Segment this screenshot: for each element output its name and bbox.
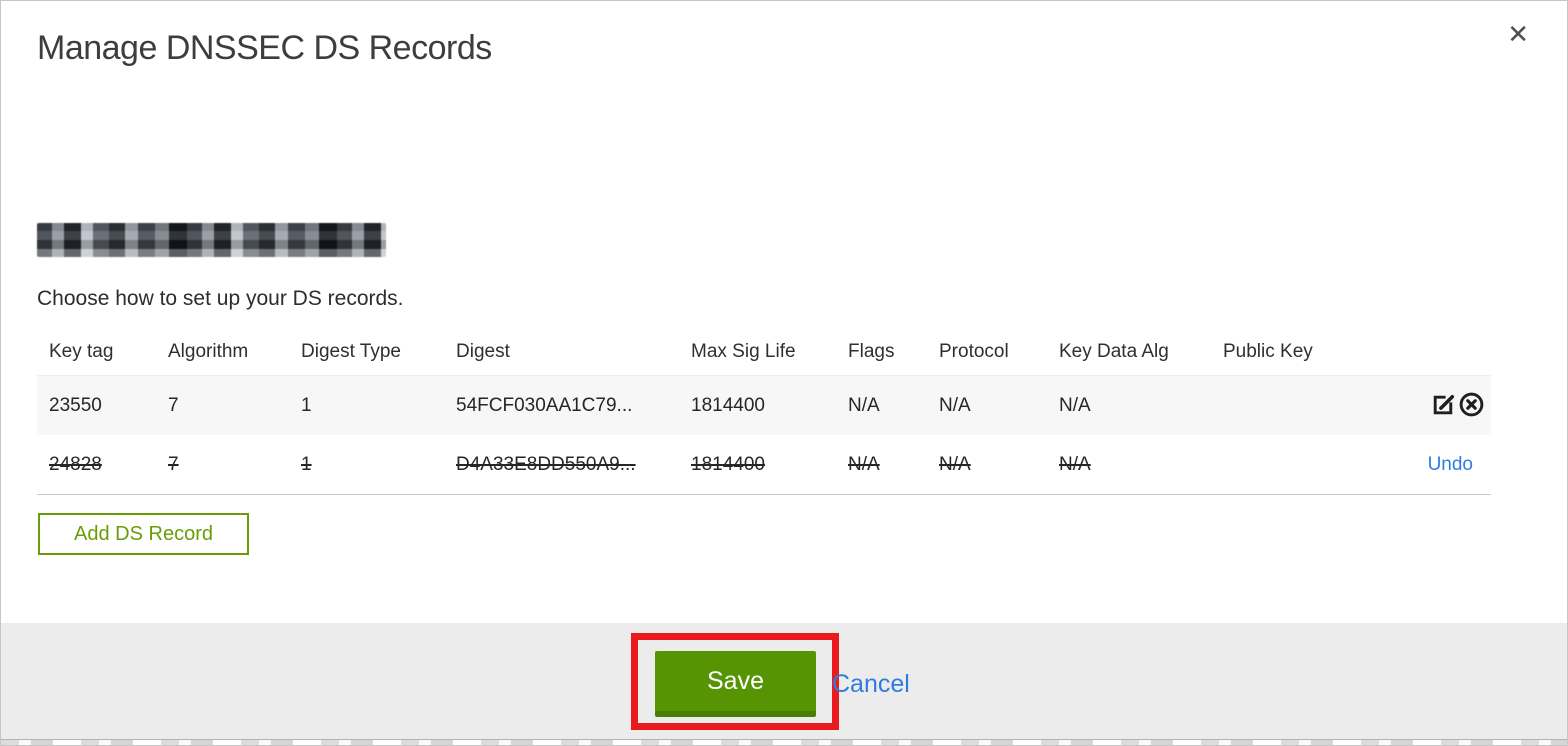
- col-header-digest: Digest: [456, 341, 510, 362]
- delete-icon: [1458, 391, 1485, 421]
- close-icon[interactable]: ✕: [1507, 21, 1529, 47]
- col-header-public-key: Public Key: [1223, 341, 1313, 362]
- col-header-key-data-alg: Key Data Alg: [1059, 341, 1169, 362]
- cell-max-sig-life: 1814400: [691, 394, 765, 416]
- cell-digest-type: 1: [301, 394, 312, 416]
- cell-key-data-alg: N/A: [1059, 453, 1091, 475]
- cell-digest: 54FCF030AA1C79...: [456, 394, 633, 416]
- manage-dnssec-modal: Manage DNSSEC DS Records ✕ Choose how to…: [0, 0, 1568, 746]
- col-header-key-tag: Key tag: [49, 341, 114, 362]
- table-header-row: Key tag Algorithm Digest Type Digest Max…: [37, 329, 1491, 375]
- undo-link[interactable]: Undo: [1428, 454, 1485, 476]
- cell-algorithm: 7: [168, 453, 179, 475]
- cell-digest: D4A33E8DD550A9...: [456, 453, 636, 475]
- edit-icon: [1430, 391, 1457, 421]
- col-header-protocol: Protocol: [939, 341, 1009, 362]
- add-ds-record-button[interactable]: Add DS Record: [38, 513, 249, 555]
- page-title: Manage DNSSEC DS Records: [37, 29, 492, 67]
- background-content-edge: [1, 739, 1567, 745]
- cell-flags: N/A: [848, 453, 880, 475]
- delete-record-button[interactable]: [1458, 391, 1485, 421]
- col-header-algorithm: Algorithm: [168, 341, 249, 362]
- edit-record-button[interactable]: [1430, 391, 1457, 421]
- col-header-digest-type: Digest Type: [301, 341, 401, 362]
- cell-actions: Undo: [1361, 454, 1491, 476]
- cell-algorithm: 7: [168, 394, 179, 416]
- cell-actions: [1361, 391, 1491, 421]
- cell-key-tag: 23550: [49, 394, 102, 416]
- save-button[interactable]: Save: [655, 651, 816, 717]
- table-row-marked-deleted: 24828 7 1 D4A33E8DD550A9... 1814400 N/A …: [37, 435, 1491, 495]
- table-row-active: 23550 7 1 54FCF030AA1C79... 1814400 N/A …: [37, 375, 1491, 435]
- redacted-domain-name: [37, 223, 386, 257]
- cell-key-data-alg: N/A: [1059, 394, 1091, 416]
- col-header-max-sig-life: Max Sig Life: [691, 341, 796, 362]
- cell-max-sig-life: 1814400: [691, 453, 765, 475]
- cell-protocol: N/A: [939, 394, 971, 416]
- instruction-text: Choose how to set up your DS records.: [37, 287, 404, 310]
- cell-key-tag: 24828: [49, 453, 102, 475]
- cancel-link[interactable]: Cancel: [832, 670, 910, 699]
- col-header-flags: Flags: [848, 341, 895, 362]
- cell-flags: N/A: [848, 394, 880, 416]
- cell-digest-type: 1: [301, 453, 312, 475]
- ds-records-table: Key tag Algorithm Digest Type Digest Max…: [37, 329, 1491, 495]
- cell-protocol: N/A: [939, 453, 971, 475]
